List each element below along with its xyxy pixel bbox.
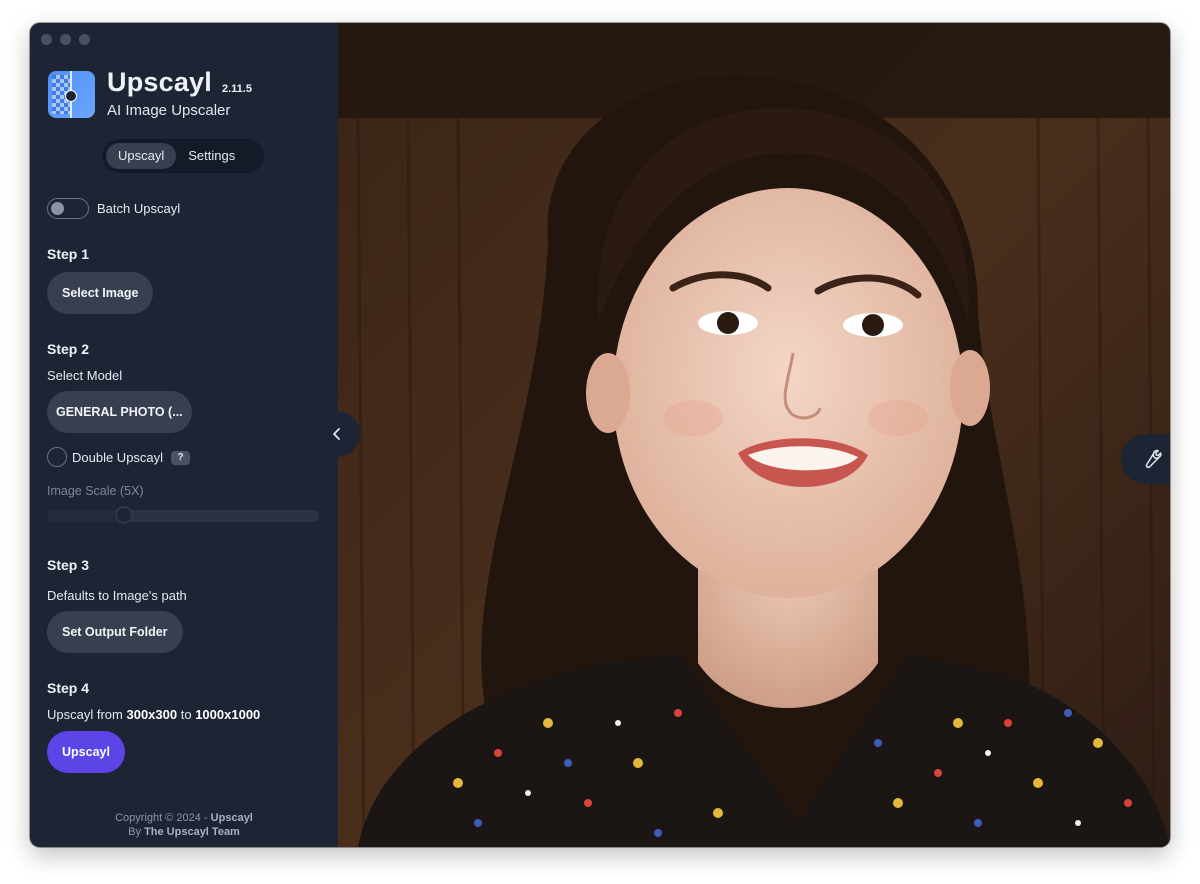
- select-image-button[interactable]: Select Image: [47, 272, 154, 314]
- double-upscayl-checkbox[interactable]: [47, 447, 67, 467]
- double-upscayl-label: Double Upscayl: [72, 450, 164, 465]
- minimize-window-button[interactable]: [60, 34, 71, 45]
- sidebar: Upscayl 2.11.5 AI Image Upscaler Upscayl…: [30, 23, 338, 847]
- chevron-left-icon: [333, 428, 340, 440]
- from-size: 300x300: [126, 707, 178, 722]
- footer-credits: By The Upscayl Team: [30, 826, 338, 838]
- image-scale-label: Image Scale (5X): [47, 484, 144, 498]
- tools-button[interactable]: [1121, 434, 1170, 484]
- to-size: 1000x1000: [195, 707, 261, 722]
- app-subtitle: AI Image Upscaler: [107, 102, 231, 119]
- batch-upscayl-label: Batch Upscayl: [97, 201, 181, 216]
- select-model-label: Select Model: [47, 368, 123, 383]
- app-window: Upscayl 2.11.5 AI Image Upscaler Upscayl…: [30, 23, 1170, 847]
- footer-copyright: Copyright © 2024 - Upscayl: [30, 812, 338, 824]
- image-preview: [338, 23, 1170, 847]
- slider-fill: [47, 510, 124, 522]
- upscayl-button[interactable]: Upscayl: [47, 731, 125, 773]
- batch-upscayl-toggle[interactable]: [47, 198, 89, 219]
- close-window-button[interactable]: [41, 34, 52, 45]
- set-output-folder-button[interactable]: Set Output Folder: [47, 611, 183, 653]
- upscayl-logo: [48, 71, 95, 118]
- copyright-name: Upscayl: [210, 812, 253, 824]
- collapse-sidebar-button[interactable]: [314, 411, 360, 457]
- window-controls: [41, 34, 90, 45]
- upscayl-size-text: Upscayl from 300x300 to 1000x1000: [47, 707, 260, 722]
- step-3-title: Step 3: [47, 557, 90, 573]
- toggle-knob: [51, 202, 64, 215]
- slider-handle[interactable]: [115, 506, 133, 524]
- wrench-icon: [1145, 449, 1162, 469]
- tab-settings[interactable]: Settings: [176, 143, 247, 169]
- maximize-window-button[interactable]: [79, 34, 90, 45]
- app-version: 2.11.5: [222, 83, 252, 95]
- output-path-text: Defaults to Image's path: [47, 588, 187, 603]
- preview-photo: [338, 23, 1170, 847]
- app-name: Upscayl: [107, 67, 212, 97]
- credits-prefix: By: [128, 826, 141, 838]
- step-4-title: Step 4: [47, 680, 90, 696]
- tab-upscayl[interactable]: Upscayl: [106, 143, 177, 169]
- step-2-title: Step 2: [47, 341, 90, 357]
- model-select-button[interactable]: GENERAL PHOTO (...: [47, 391, 192, 433]
- image-scale-slider[interactable]: [47, 506, 319, 524]
- credits-name: The Upscayl Team: [144, 826, 240, 838]
- size-text-to: to: [180, 707, 192, 722]
- size-text-prefix: Upscayl from: [47, 707, 123, 722]
- copyright-prefix: Copyright © 2024 -: [115, 812, 208, 824]
- step-1-title: Step 1: [47, 246, 90, 262]
- mode-tabs: Upscayl Settings: [102, 139, 264, 173]
- help-icon[interactable]: ?: [171, 451, 190, 465]
